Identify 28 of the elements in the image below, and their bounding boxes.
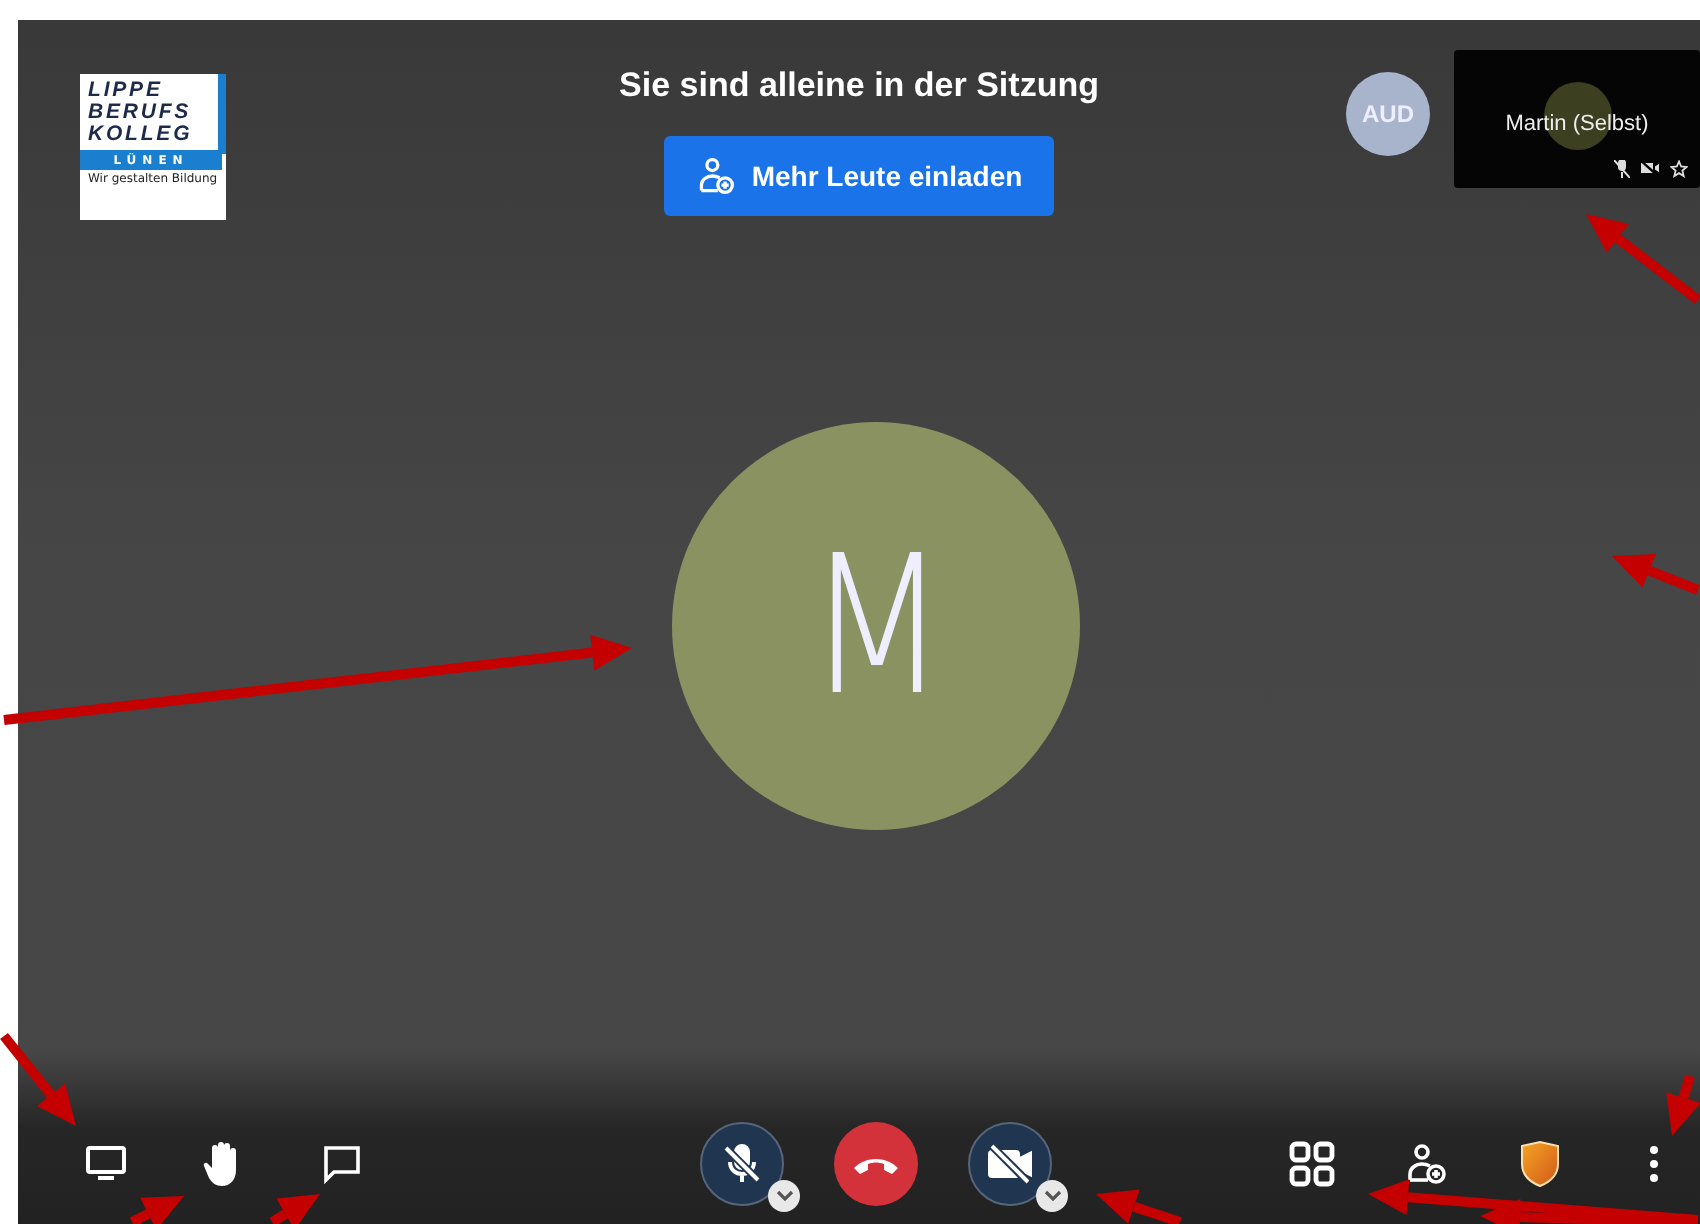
logo-text: LIPPE BERUFS KOLLEG bbox=[88, 80, 195, 146]
phone-button[interactable] bbox=[834, 1122, 918, 1206]
annotation-arrow bbox=[0, 1032, 76, 1126]
chat-icon bbox=[320, 1142, 364, 1186]
annotation-arrow bbox=[1666, 1074, 1700, 1136]
participant-avatar: M bbox=[672, 422, 1080, 830]
more-icon bbox=[1648, 1144, 1660, 1184]
star-icon bbox=[1670, 160, 1688, 178]
caret-icon[interactable] bbox=[768, 1180, 800, 1212]
annotation-arrow bbox=[269, 1194, 320, 1224]
person-add-icon bbox=[695, 156, 736, 196]
camera-icon bbox=[986, 1142, 1034, 1186]
meeting-status-title: Sie sind alleine in der Sitzung bbox=[619, 66, 1099, 106]
caret-icon[interactable] bbox=[1036, 1180, 1068, 1212]
participant-name: Martin (Selbst) bbox=[1505, 111, 1649, 135]
annotation-arrow bbox=[1612, 553, 1700, 595]
invite-button[interactable]: Mehr Leute einladen bbox=[663, 136, 1055, 216]
grid-icon bbox=[1288, 1140, 1336, 1188]
annotation-arrow bbox=[1586, 214, 1700, 304]
shield-icon bbox=[1518, 1140, 1562, 1188]
annotation-arrow bbox=[129, 1196, 184, 1224]
microphone-button[interactable] bbox=[700, 1122, 784, 1206]
person-add-icon bbox=[1404, 1142, 1448, 1186]
self-view-thumbnail[interactable]: Martin (Selbst) bbox=[1454, 50, 1700, 188]
annotation-arrow bbox=[1096, 1189, 1182, 1224]
monitor-icon bbox=[84, 1144, 128, 1184]
microphone-icon bbox=[720, 1142, 764, 1186]
camera-button[interactable] bbox=[968, 1122, 1052, 1206]
